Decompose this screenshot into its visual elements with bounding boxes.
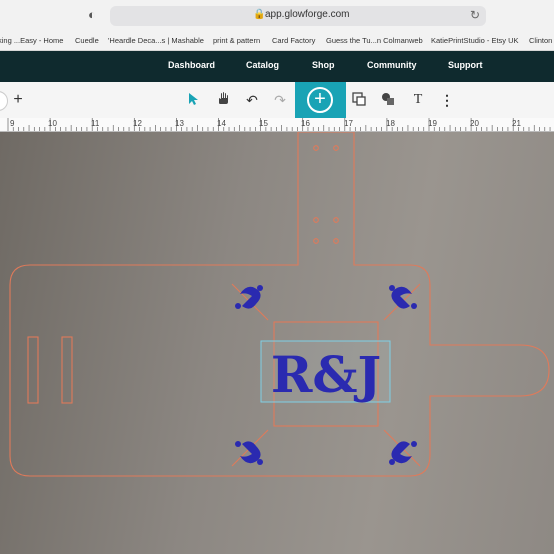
handle-slot [27,336,39,404]
ruler-label: 17 [344,119,353,128]
bed-canvas[interactable]: R&J [0,132,554,554]
hand-icon[interactable] [214,92,232,108]
shield-icon[interactable]: ◐ [88,8,100,22]
monogram-text[interactable]: R&J [271,345,381,404]
shapes-icon[interactable] [379,92,397,109]
design-artwork[interactable]: R&J [0,132,554,554]
ruler-label: 11 [91,119,100,128]
bookmark-3[interactable]: 'Heardle Deca...s | Mashable [108,36,204,45]
nav-support[interactable]: Support [448,60,483,70]
ruler-label: 21 [512,119,521,128]
bookmark-5[interactable]: Card Factory [272,36,315,45]
lock-icon: 🔒 [253,9,266,20]
ruler-label: 15 [259,119,268,128]
nav-catalog[interactable]: Catalog [246,60,279,70]
ruler-label: 9 [10,119,15,128]
nav-shop[interactable]: Shop [312,60,335,70]
ruler-label: 13 [175,119,184,128]
ruler-label: 20 [470,119,479,128]
bookmark-8[interactable]: Clinton [529,36,552,45]
bookmark-4[interactable]: print & pattern [213,36,260,45]
ruler-label: 18 [386,119,395,128]
ruler-label: 19 [428,119,437,128]
more-icon[interactable]: ⋮ [438,92,456,108]
text-tool-icon[interactable]: T [409,92,427,108]
add-artwork-button[interactable]: + [295,82,346,118]
zoom-button[interactable] [0,91,8,111]
reload-icon[interactable]: ↻ [470,8,480,22]
ruler-label: 12 [133,119,142,128]
bookmark-7[interactable]: KatiePrintStudio - Etsy UK [431,36,519,45]
editor-toolbar: + ↶ ↷ T ⋮ [0,82,554,119]
trace-icon[interactable] [350,92,368,109]
browser-address-bar: ◐ 🔒 app.glowforge.com ↻ [0,0,554,32]
handle-slot [61,336,73,404]
ruler: 9 10 11 12 13 14 15 16 17 18 19 20 21 [0,118,554,132]
nav-dashboard[interactable]: Dashboard [168,60,215,70]
undo-icon[interactable]: ↶ [243,92,261,108]
ruler-label: 10 [48,119,57,128]
bookmark-1[interactable]: king ...Easy - Home [0,36,63,45]
ruler-label: 16 [301,119,310,128]
bookmark-6[interactable]: Guess the Tu...n Colmanweb [326,36,423,45]
add-icon: + [307,87,333,113]
ruler-label: 14 [217,119,226,128]
redo-icon[interactable]: ↷ [271,92,289,108]
plus-icon[interactable]: + [9,92,27,108]
url-text[interactable]: app.glowforge.com [265,9,350,20]
nav-community[interactable]: Community [367,60,417,70]
pointer-icon[interactable] [185,92,203,109]
board-outline [9,132,550,477]
site-navbar: Dashboard Catalog Shop Community Support [0,51,554,82]
bookmarks-bar: king ...Easy - Home Cuedle 'Heardle Deca… [0,32,554,51]
bookmark-2[interactable]: Cuedle [75,36,99,45]
